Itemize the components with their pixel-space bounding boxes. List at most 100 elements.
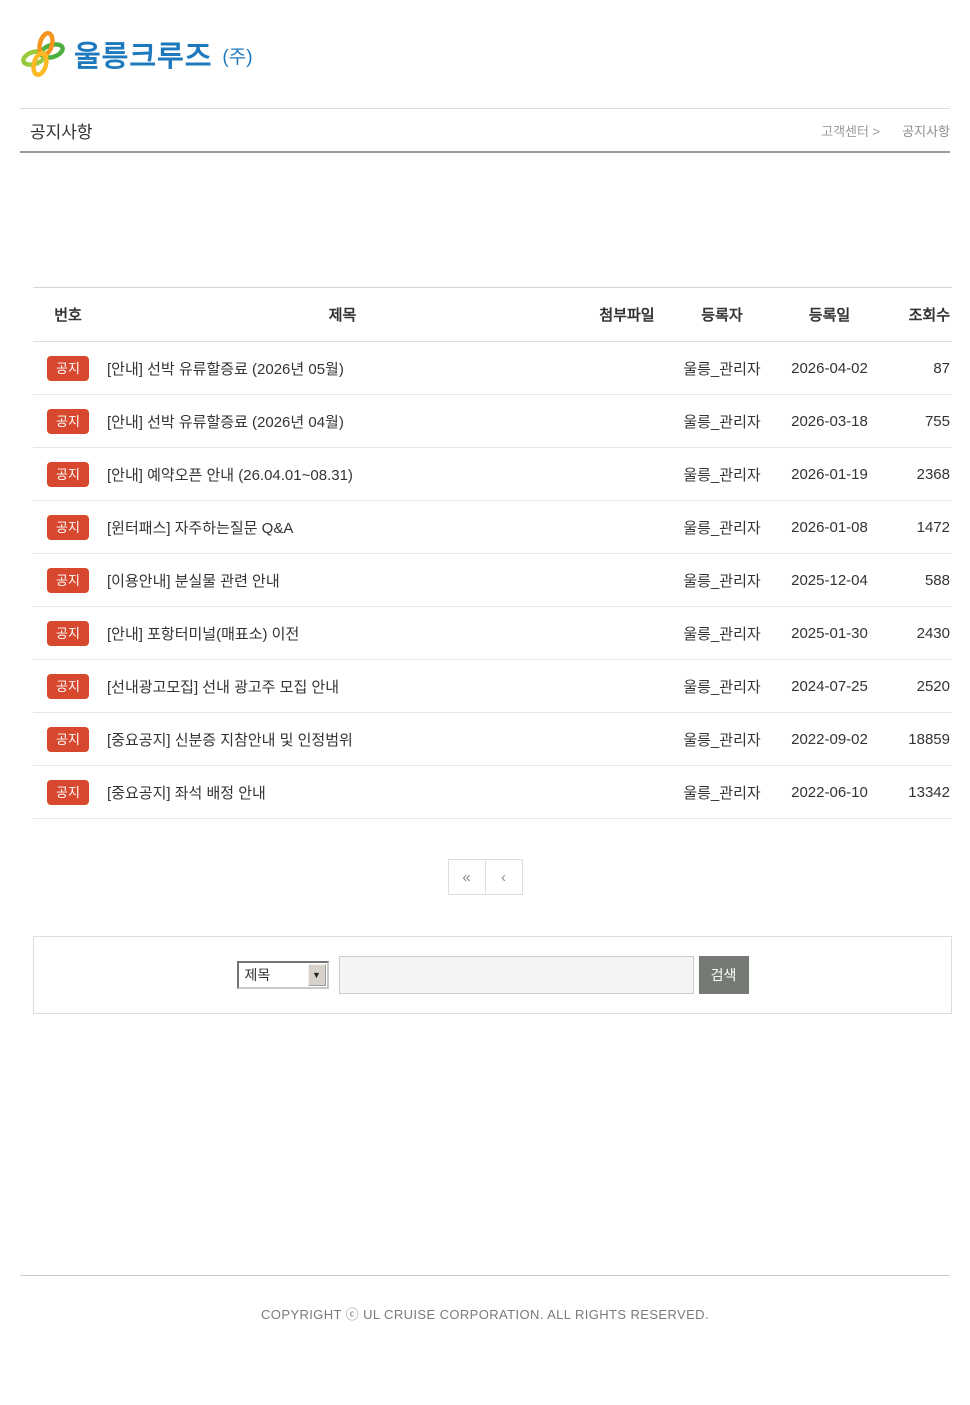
notice-title-cell: [중요공지] 신분증 지참안내 및 인정범위 [103,713,582,766]
notice-badge: 공지 [47,462,89,487]
notice-table-body: 공지 [안내] 선박 유류할증료 (2026년 05월) 울릉_관리자 2026… [33,342,952,819]
footer: COPYRIGHT ⓒ UL CRUISE CORPORATION. ALL R… [20,1275,950,1323]
notice-attachment-cell [582,342,672,395]
notice-badge: 공지 [47,515,89,540]
notice-badge: 공지 [47,674,89,699]
notice-title-link[interactable]: [이용안내] 분실물 관련 안내 [107,573,280,590]
notice-number-cell: 공지 [33,448,103,501]
breadcrumb-current: 공지사항 [902,124,950,139]
table-row[interactable]: 공지 [안내] 선박 유류할증료 (2026년 04월) 울릉_관리자 2026… [33,395,952,448]
notice-table: 번호 제목 첨부파일 등록자 등록일 조회수 공지 [안내] 선박 유류할증료 … [33,287,952,819]
notice-date-cell: 2022-06-10 [772,766,887,819]
pagination-prev-button[interactable]: ‹ [485,859,523,895]
notice-author-cell: 울릉_관리자 [672,448,772,501]
notice-badge: 공지 [47,621,89,646]
header-date: 등록일 [772,288,887,342]
notice-views-cell: 87 [887,342,952,395]
notice-table-wrap: 번호 제목 첨부파일 등록자 등록일 조회수 공지 [안내] 선박 유류할증료 … [33,287,952,819]
notice-number-cell: 공지 [33,501,103,554]
notice-attachment-cell [582,554,672,607]
notice-number-cell: 공지 [33,713,103,766]
notice-table-header: 번호 제목 첨부파일 등록자 등록일 조회수 [33,288,952,342]
page-title: 공지사항 [30,118,93,143]
notice-badge: 공지 [47,409,89,434]
notice-attachment-cell [582,448,672,501]
notice-title-link[interactable]: [중요공지] 좌석 배정 안내 [107,785,266,802]
notice-attachment-cell [582,607,672,660]
notice-title-link[interactable]: [안내] 포항터미널(매표소) 이전 [107,626,299,643]
table-row[interactable]: 공지 [안내] 예약오픈 안내 (26.04.01~08.31) 울릉_관리자 … [33,448,952,501]
notice-number-cell: 공지 [33,607,103,660]
table-row[interactable]: 공지 [중요공지] 좌석 배정 안내 울릉_관리자 2022-06-10 133… [33,766,952,819]
notice-badge: 공지 [47,780,89,805]
table-row[interactable]: 공지 [선내광고모집] 선내 광고주 모집 안내 울릉_관리자 2024-07-… [33,660,952,713]
notice-date-cell: 2026-04-02 [772,342,887,395]
notice-title-link[interactable]: [안내] 선박 유류할증료 (2026년 04월) [107,414,344,431]
header-views: 조회수 [887,288,952,342]
notice-title-cell: [안내] 예약오픈 안내 (26.04.01~08.31) [103,448,582,501]
notice-views-cell: 18859 [887,713,952,766]
notice-author-cell: 울릉_관리자 [672,607,772,660]
breadcrumb: 고객센터 > 공지사항 [821,121,950,140]
search-box: 제목 ▼ 검색 [33,936,952,1014]
notice-title-link[interactable]: [윈터패스] 자주하는질문 Q&A [107,520,293,537]
notice-author-cell: 울릉_관리자 [672,766,772,819]
notice-badge: 공지 [47,727,89,752]
notice-number-cell: 공지 [33,766,103,819]
logo-text: 울릉크루즈 [74,33,212,75]
table-row[interactable]: 공지 [이용안내] 분실물 관련 안내 울릉_관리자 2025-12-04 58… [33,554,952,607]
notice-date-cell: 2026-01-19 [772,448,887,501]
notice-date-cell: 2025-12-04 [772,554,887,607]
notice-title-cell: [안내] 선박 유류할증료 (2026년 05월) [103,342,582,395]
logo[interactable]: 울릉크루즈 (주) [20,31,253,77]
notice-attachment-cell [582,501,672,554]
site-header: 울릉크루즈 (주) [0,0,970,108]
notice-title-cell: [선내광고모집] 선내 광고주 모집 안내 [103,660,582,713]
notice-author-cell: 울릉_관리자 [672,501,772,554]
main-content: 번호 제목 첨부파일 등록자 등록일 조회수 공지 [안내] 선박 유류할증료 … [0,287,970,1014]
notice-views-cell: 2520 [887,660,952,713]
notice-attachment-cell [582,395,672,448]
notice-number-cell: 공지 [33,342,103,395]
notice-title-link[interactable]: [안내] 선박 유류할증료 (2026년 05월) [107,361,344,378]
search-input[interactable] [339,956,694,994]
breadcrumb-parent[interactable]: 고객센터 > [821,124,880,139]
notice-views-cell: 755 [887,395,952,448]
notice-date-cell: 2026-03-18 [772,395,887,448]
header-number: 번호 [33,288,103,342]
notice-author-cell: 울릉_관리자 [672,395,772,448]
table-row[interactable]: 공지 [안내] 포항터미널(매표소) 이전 울릉_관리자 2025-01-30 … [33,607,952,660]
header-title: 제목 [103,288,582,342]
notice-title-link[interactable]: [중요공지] 신분증 지참안내 및 인정범위 [107,732,353,749]
table-row[interactable]: 공지 [윈터패스] 자주하는질문 Q&A 울릉_관리자 2026-01-08 1… [33,501,952,554]
notice-number-cell: 공지 [33,554,103,607]
search-button[interactable]: 검색 [699,956,749,994]
table-row[interactable]: 공지 [중요공지] 신분증 지참안내 및 인정범위 울릉_관리자 2022-09… [33,713,952,766]
notice-title-link[interactable]: [선내광고모집] 선내 광고주 모집 안내 [107,679,339,696]
notice-attachment-cell [582,660,672,713]
notice-attachment-cell [582,766,672,819]
notice-date-cell: 2024-07-25 [772,660,887,713]
notice-title-link[interactable]: [안내] 예약오픈 안내 (26.04.01~08.31) [107,467,353,484]
header-author: 등록자 [672,288,772,342]
pagination-first-button[interactable]: « [448,859,486,895]
search-field-select[interactable]: 제목 ▼ [237,961,329,989]
notice-author-cell: 울릉_관리자 [672,554,772,607]
notice-views-cell: 2430 [887,607,952,660]
table-row[interactable]: 공지 [안내] 선박 유류할증료 (2026년 05월) 울릉_관리자 2026… [33,342,952,395]
notice-number-cell: 공지 [33,660,103,713]
notice-date-cell: 2022-09-02 [772,713,887,766]
notice-views-cell: 13342 [887,766,952,819]
notice-views-cell: 588 [887,554,952,607]
chevron-down-icon[interactable]: ▼ [308,964,326,986]
notice-views-cell: 2368 [887,448,952,501]
header-attachment: 첨부파일 [582,288,672,342]
logo-suffix: (주) [222,42,252,69]
title-bar: 공지사항 고객센터 > 공지사항 [20,108,950,153]
notice-title-cell: [안내] 선박 유류할증료 (2026년 04월) [103,395,582,448]
search-row: 제목 ▼ 검색 [237,956,749,994]
copyright-text: COPYRIGHT ⓒ UL CRUISE CORPORATION. ALL R… [20,1304,950,1323]
notice-number-cell: 공지 [33,395,103,448]
notice-author-cell: 울릉_관리자 [672,713,772,766]
notice-attachment-cell [582,713,672,766]
